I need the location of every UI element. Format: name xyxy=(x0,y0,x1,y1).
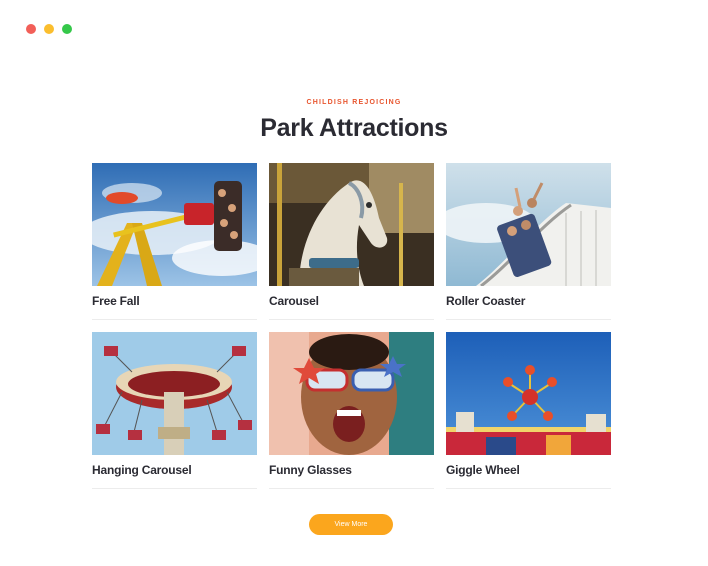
close-window-dot[interactable] xyxy=(26,24,36,34)
attractions-grid: Free Fall Carousel Roller Coaster Hangin… xyxy=(92,163,611,489)
attraction-card-free-fall[interactable]: Free Fall xyxy=(92,163,257,320)
section-title: Park Attractions xyxy=(260,114,448,142)
attraction-label[interactable]: Free Fall xyxy=(92,294,257,308)
maximize-window-dot[interactable] xyxy=(62,24,72,34)
attraction-card-hanging-carousel[interactable]: Hanging Carousel xyxy=(92,332,257,489)
free-fall-photo[interactable] xyxy=(92,163,257,286)
roller-coaster-photo[interactable] xyxy=(446,163,611,286)
hanging-carousel-photo[interactable] xyxy=(92,332,257,455)
attraction-label[interactable]: Roller Coaster xyxy=(446,294,611,308)
attraction-card-giggle-wheel[interactable]: Giggle Wheel xyxy=(446,332,611,489)
view-more-button[interactable]: View More xyxy=(309,514,393,535)
attraction-card-carousel[interactable]: Carousel xyxy=(269,163,434,320)
funny-glasses-photo[interactable] xyxy=(269,332,434,455)
attraction-card-roller-coaster[interactable]: Roller Coaster xyxy=(446,163,611,320)
section-eyebrow: CHILDISH REJOICING xyxy=(306,99,402,106)
attraction-card-funny-glasses[interactable]: Funny Glasses xyxy=(269,332,434,489)
giggle-wheel-photo[interactable] xyxy=(446,332,611,455)
minimize-window-dot[interactable] xyxy=(44,24,54,34)
window-controls xyxy=(26,24,72,34)
attraction-label[interactable]: Funny Glasses xyxy=(269,463,434,477)
carousel-photo[interactable] xyxy=(269,163,434,286)
attraction-label[interactable]: Hanging Carousel xyxy=(92,463,257,477)
attraction-label[interactable]: Giggle Wheel xyxy=(446,463,611,477)
attraction-label[interactable]: Carousel xyxy=(269,294,434,308)
